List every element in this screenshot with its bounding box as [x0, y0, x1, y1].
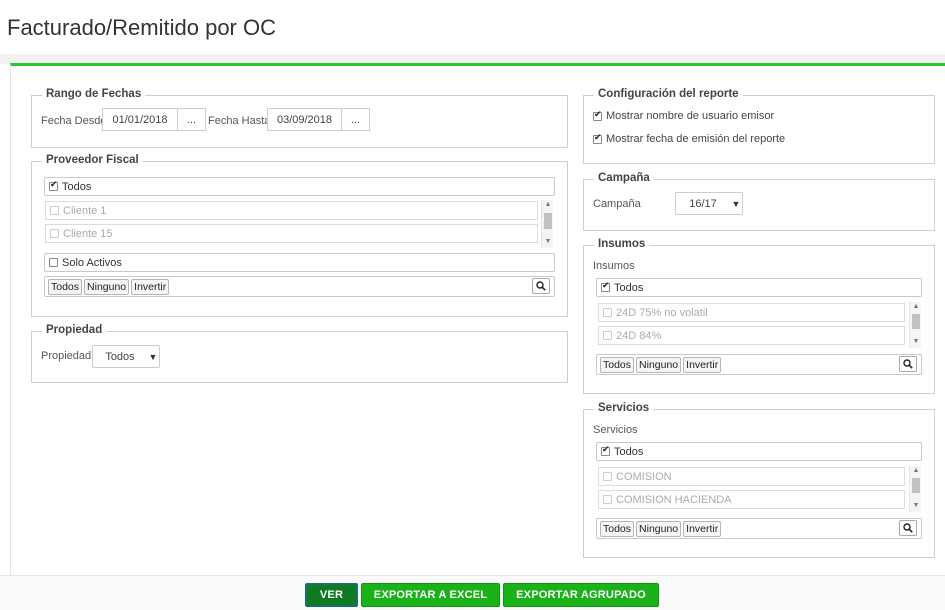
propiedad-select[interactable]: Todos ▼ — [92, 345, 160, 368]
proveedor-list-item[interactable]: Cliente 15 — [45, 224, 538, 243]
campana-selected-value: 16/17 — [689, 197, 717, 210]
checkbox-icon — [50, 229, 59, 238]
insumos-todos-button[interactable]: Todos — [600, 356, 635, 373]
propiedad-legend: Propiedad — [42, 324, 107, 336]
checkbox-icon — [603, 472, 612, 481]
fecha-desde-picker-button[interactable]: ... — [177, 108, 206, 131]
scroll-thumb[interactable] — [544, 213, 552, 229]
fecha-desde-label: Fecha Desde — [41, 115, 107, 127]
checkbox-icon — [603, 331, 612, 340]
proveedor-fiscal-legend: Proveedor Fiscal — [42, 154, 143, 166]
scroll-up-icon[interactable]: ▲ — [910, 303, 922, 310]
propiedad-label: Propiedad — [41, 350, 92, 362]
servicios-list-scrollbar[interactable]: ▲ ▼ — [909, 466, 921, 512]
insumos-sublabel: Insumos — [593, 260, 635, 272]
servicios-invertir-button[interactable]: Invertir — [683, 520, 722, 537]
ver-button[interactable]: VER — [305, 583, 358, 607]
proveedor-list-scrollbar[interactable]: ▲ ▼ — [541, 200, 553, 248]
fecha-desde-input[interactable]: 01/01/2018 — [102, 108, 178, 131]
mostrar-fecha-emision-label: Mostrar fecha de emisión del reporte — [606, 133, 786, 145]
solo-activos-checkbox[interactable]: Solo Activos — [44, 253, 555, 272]
proveedor-item-label: Cliente 1 — [63, 204, 107, 217]
checkbox-checked-icon — [601, 445, 610, 456]
mostrar-usuario-emisor-checkbox[interactable]: Mostrar nombre de usuario emisor — [593, 110, 774, 122]
insumos-list-item[interactable]: 24D 75% no volatil — [598, 303, 905, 322]
fecha-hasta-picker-button[interactable]: ... — [341, 108, 370, 131]
page-title: Facturado/Remitido por OC — [7, 15, 276, 40]
proveedor-toolbar: Todos Ninguno Invertir — [44, 276, 555, 297]
page-header: Facturado/Remitido por OC — [0, 0, 945, 54]
proveedor-todos-checkbox[interactable]: Todos — [44, 177, 555, 196]
servicios-toolbar: Todos Ninguno Invertir — [596, 518, 922, 539]
insumos-invertir-button[interactable]: Invertir — [683, 356, 722, 373]
scroll-up-icon[interactable]: ▲ — [910, 467, 922, 474]
fecha-hasta-label: Fecha Hasta — [208, 115, 271, 127]
rango-fechas-legend: Rango de Fechas — [42, 88, 146, 100]
insumos-list-scrollbar[interactable]: ▲ ▼ — [909, 302, 921, 348]
campana-select[interactable]: 16/17 ▼ — [675, 192, 743, 215]
servicios-item-label: COMISION — [616, 470, 672, 483]
search-icon — [903, 523, 913, 533]
proveedor-ninguno-button[interactable]: Ninguno — [84, 278, 130, 295]
exportar-excel-button[interactable]: EXPORTAR A EXCEL — [361, 583, 500, 607]
search-icon — [536, 281, 546, 291]
solo-activos-label: Solo Activos — [62, 256, 122, 269]
servicios-todos-checkbox[interactable]: Todos — [596, 442, 922, 461]
proveedor-list-item[interactable]: Cliente 1 — [45, 201, 538, 220]
scroll-down-icon[interactable]: ▼ — [910, 502, 922, 509]
scroll-thumb[interactable] — [912, 478, 920, 493]
checkbox-icon — [603, 308, 612, 317]
checkbox-icon — [603, 495, 612, 504]
insumos-ninguno-button[interactable]: Ninguno — [636, 356, 682, 373]
insumos-search-button[interactable] — [899, 356, 917, 372]
checkbox-checked-icon — [593, 133, 602, 144]
servicios-todos-label: Todos — [614, 445, 644, 458]
servicios-list-item[interactable]: COMISION — [598, 467, 905, 486]
configuracion-reporte-group: Configuración del reporte — [583, 88, 935, 164]
propiedad-selected-value: Todos — [105, 350, 135, 363]
servicios-sublabel: Servicios — [593, 424, 638, 436]
campana-label: Campaña — [593, 198, 641, 210]
servicios-legend: Servicios — [594, 402, 654, 414]
servicios-list-item[interactable]: COMISION HACIENDA — [598, 490, 905, 509]
caret-down-icon: ▼ — [148, 351, 158, 362]
proveedor-invertir-button[interactable]: Invertir — [131, 278, 170, 295]
insumos-legend: Insumos — [594, 238, 650, 250]
checkbox-checked-icon — [49, 180, 58, 191]
insumos-item-label: 24D 75% no volatil — [616, 306, 708, 319]
fecha-hasta-input[interactable]: 03/09/2018 — [267, 108, 342, 131]
servicios-ninguno-button[interactable]: Ninguno — [636, 520, 682, 537]
scroll-up-icon[interactable]: ▲ — [542, 201, 554, 208]
proveedor-search-button[interactable] — [532, 278, 550, 294]
configuracion-reporte-legend: Configuración del reporte — [594, 88, 743, 100]
mostrar-usuario-emisor-label: Mostrar nombre de usuario emisor — [606, 110, 775, 122]
insumos-toolbar: Todos Ninguno Invertir — [596, 354, 922, 375]
servicios-item-label: COMISION HACIENDA — [616, 493, 732, 506]
caret-down-icon: ▼ — [731, 198, 741, 209]
mostrar-fecha-emision-checkbox[interactable]: Mostrar fecha de emisión del reporte — [593, 133, 785, 145]
campana-legend: Campaña — [594, 172, 654, 184]
search-icon — [903, 359, 913, 369]
insumos-list-item[interactable]: 24D 84% — [598, 326, 905, 345]
exportar-agrupado-button[interactable]: EXPORTAR AGRUPADO — [503, 583, 659, 607]
insumos-item-label: 24D 84% — [616, 329, 662, 342]
proveedor-todos-button[interactable]: Todos — [48, 278, 83, 295]
proveedor-item-label: Cliente 15 — [63, 227, 113, 240]
scroll-down-icon[interactable]: ▼ — [910, 338, 922, 345]
insumos-todos-checkbox[interactable]: Todos — [596, 278, 922, 297]
checkbox-icon — [49, 258, 58, 267]
servicios-search-button[interactable] — [899, 520, 917, 536]
scroll-thumb[interactable] — [912, 314, 920, 329]
checkbox-icon — [50, 206, 59, 215]
servicios-todos-button[interactable]: Todos — [600, 520, 635, 537]
insumos-todos-label: Todos — [614, 281, 644, 294]
checkbox-checked-icon — [601, 281, 610, 292]
proveedor-todos-label: Todos — [62, 180, 92, 193]
scroll-down-icon[interactable]: ▼ — [542, 238, 554, 245]
checkbox-checked-icon — [593, 110, 602, 121]
